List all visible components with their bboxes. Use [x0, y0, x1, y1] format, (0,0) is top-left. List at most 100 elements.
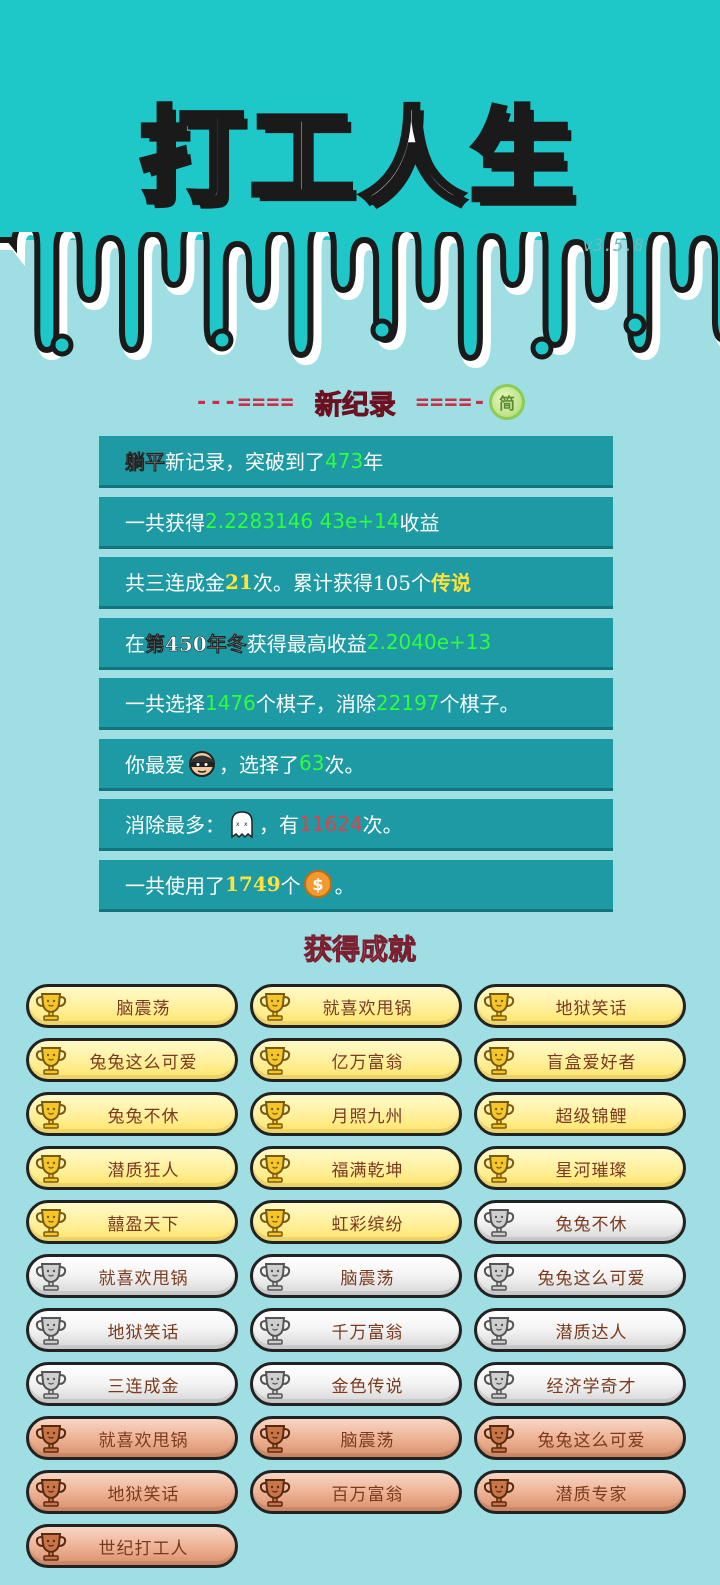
achievement-label: 虹彩缤纷 — [331, 1214, 404, 1235]
stat-text: 共三连成金 — [125, 571, 225, 595]
trophy-icon — [482, 989, 516, 1023]
trophy-icon — [482, 1151, 516, 1185]
achievement-badge-silver[interactable]: 金色传说 — [250, 1362, 462, 1406]
trophy-icon — [482, 1421, 516, 1455]
stat-row: 共三连成金 21 次。累计获得105个 传说 — [99, 557, 613, 609]
achievement-badge-bronze[interactable]: 就喜欢甩锅 — [26, 1416, 238, 1460]
achievement-badge-gold[interactable]: 月照九州 — [250, 1092, 462, 1136]
stat-highlight: 1749 — [225, 872, 281, 896]
achievement-badge-silver[interactable]: 兔兔不休 — [474, 1200, 686, 1244]
stat-highlight: 2.2040e+13 — [366, 630, 492, 654]
achievement-badge-silver[interactable]: 经济学奇才 — [474, 1362, 686, 1406]
drip-dot — [370, 318, 394, 342]
trophy-icon — [258, 1313, 292, 1347]
thief-face-icon — [187, 748, 217, 778]
achievement-label: 就喜欢甩锅 — [98, 1268, 189, 1289]
achievement-label: 脑震荡 — [340, 1430, 395, 1451]
achievement-label: 金色传说 — [331, 1376, 404, 1397]
trophy-icon — [482, 1313, 516, 1347]
stat-row: 一共获得 2.2283146 43e+14 收益 — [99, 496, 613, 549]
achievement-badge-gold[interactable]: 兔兔这么可爱 — [26, 1038, 238, 1082]
trophy-icon — [34, 1043, 68, 1077]
achievement-badge-gold[interactable]: 潜质狂人 — [26, 1146, 238, 1190]
achievement-badge-gold[interactable]: 福满乾坤 — [250, 1146, 462, 1190]
record-right-dashes: ====- — [415, 389, 487, 415]
achievement-badge-gold[interactable]: 地狱笑话 — [474, 984, 686, 1028]
achievement-badge-gold[interactable]: 就喜欢甩锅 — [250, 984, 462, 1028]
version-label: v3.5.8 — [582, 236, 644, 256]
stat-text: 个棋子，消除 — [255, 692, 376, 716]
achievement-label: 兔兔不休 — [107, 1106, 180, 1127]
achievement-badge-silver[interactable]: 千万富翁 — [250, 1308, 462, 1352]
achievement-badge-silver[interactable]: 兔兔这么可爱 — [474, 1254, 686, 1298]
trophy-icon — [34, 1367, 68, 1401]
achievement-label: 三连成金 — [107, 1376, 180, 1397]
stat-text: 年 — [363, 450, 384, 474]
achievements-grid: 脑震荡 就喜欢甩锅 地狱笑话 兔兔这么可爱 亿万富翁 盲盒爱好者 兔兔不休 月照九州 超级锦鲤潜… — [26, 984, 686, 1568]
stat-text: 次。累计获得105个 — [252, 571, 432, 595]
stat-highlight: 1476 — [205, 690, 256, 715]
achievement-badge-silver[interactable]: 地狱笑话 — [26, 1308, 238, 1352]
trophy-icon — [482, 1205, 516, 1239]
achievement-badge-gold[interactable]: 亿万富翁 — [250, 1038, 462, 1082]
achievement-badge-silver[interactable]: 就喜欢甩锅 — [26, 1254, 238, 1298]
stat-highlight: 第450年冬 — [145, 631, 247, 656]
stat-text: 获得最高收益 — [246, 631, 367, 656]
stat-text: 次。 — [362, 813, 403, 837]
achievement-label: 地狱笑话 — [107, 1322, 180, 1343]
achievement-label: 脑震荡 — [116, 998, 171, 1019]
svg-text:x: x — [244, 821, 248, 828]
achievement-badge-gold[interactable]: 兔兔不休 — [26, 1092, 238, 1136]
stat-text: 新记录，突破到了 — [165, 450, 325, 474]
stat-text: 你最爱 — [125, 752, 185, 777]
achievement-badge-gold[interactable]: 囍盈天下 — [26, 1200, 238, 1244]
stat-text: 在 — [125, 631, 145, 656]
trophy-icon — [258, 1475, 292, 1509]
trophy-icon — [34, 1313, 68, 1347]
trophy-icon — [258, 989, 292, 1023]
achievement-label: 千万富翁 — [331, 1322, 404, 1343]
trophy-icon — [34, 989, 68, 1023]
trophy-icon — [258, 1097, 292, 1131]
stat-text: 一共选择 — [125, 692, 205, 716]
achievement-badge-bronze[interactable]: 脑震荡 — [250, 1416, 462, 1460]
drip-dot — [50, 333, 74, 357]
achievement-badge-gold[interactable]: 虹彩缤纷 — [250, 1200, 462, 1244]
achievement-label: 世纪打工人 — [98, 1538, 189, 1559]
ghost-icon: xx — [227, 809, 257, 839]
achievement-badge-bronze[interactable]: 潜质专家 — [474, 1470, 686, 1514]
achievement-badge-silver[interactable]: 潜质达人 — [474, 1308, 686, 1352]
stat-text: 一共使用了 — [125, 873, 225, 898]
trophy-icon — [34, 1205, 68, 1239]
trophy-icon — [482, 1097, 516, 1131]
achievement-badge-gold[interactable]: 脑震荡 — [26, 984, 238, 1028]
stat-text: 。 — [334, 873, 355, 898]
achievement-label: 百万富翁 — [331, 1484, 404, 1505]
svg-text:x: x — [236, 821, 240, 828]
trophy-icon — [482, 1259, 516, 1293]
trophy-icon — [258, 1421, 292, 1455]
achievement-badge-bronze[interactable]: 世纪打工人 — [26, 1524, 238, 1568]
stat-text: 个棋子。 — [439, 692, 520, 716]
achievement-badge-gold[interactable]: 超级锦鲤 — [474, 1092, 686, 1136]
simplified-toggle-button[interactable]: 简 — [488, 384, 525, 420]
app-title: 打工人生 — [137, 94, 580, 221]
achievement-label: 囍盈天下 — [107, 1214, 180, 1235]
stat-highlight: 21 — [225, 569, 253, 594]
stat-text: ，有 — [259, 813, 299, 837]
trophy-icon — [258, 1259, 292, 1293]
achievement-badge-gold[interactable]: 盲盒爱好者 — [474, 1038, 686, 1082]
drip-dot — [530, 336, 554, 360]
achievement-badge-bronze[interactable]: 百万富翁 — [250, 1470, 462, 1514]
achievement-badge-silver[interactable]: 三连成金 — [26, 1362, 238, 1406]
achievement-badge-bronze[interactable]: 地狱笑话 — [26, 1470, 238, 1514]
achievement-badge-silver[interactable]: 脑震荡 — [250, 1254, 462, 1298]
trophy-icon — [482, 1367, 516, 1401]
stat-row: 一共选择 1476 个棋子，消除 22197 个棋子。 — [99, 678, 613, 730]
achievement-label: 盲盒爱好者 — [546, 1052, 637, 1073]
stat-text: ，选择了 — [219, 752, 299, 777]
achievement-badge-bronze[interactable]: 兔兔这么可爱 — [474, 1416, 686, 1460]
stat-highlight: 传说 — [431, 571, 472, 595]
achievement-badge-gold[interactable]: 星河璀璨 — [474, 1146, 686, 1190]
achievement-label: 经济学奇才 — [546, 1376, 637, 1397]
